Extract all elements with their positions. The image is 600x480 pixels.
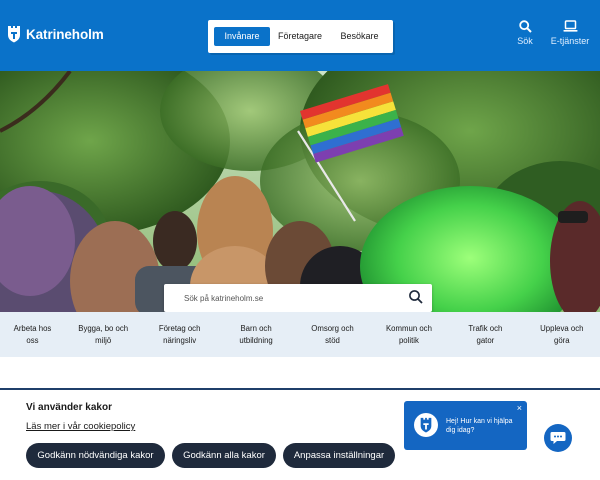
chat-popup[interactable]: Hej! Hur kan vi hjälpa dig idag? ×	[404, 401, 527, 450]
category-bygga-bo-miljo[interactable]: Bygga, bo och miljö	[65, 312, 141, 357]
eservices-label: E-tjänster	[550, 36, 590, 46]
tab-invanare[interactable]: Invånare	[214, 27, 270, 46]
hero-photo	[0, 71, 600, 312]
category-label-line1: Trafik och	[468, 324, 503, 333]
category-label-line2: utbildning	[239, 335, 273, 345]
category-omsorg-stod[interactable]: Omsorg och stöd	[294, 312, 370, 357]
category-label-line1: Omsorg och	[311, 324, 354, 333]
cookie-settings-button[interactable]: Anpassa inställningar	[283, 443, 395, 468]
header-search-button[interactable]: Sök	[511, 20, 539, 46]
chat-open-button[interactable]	[544, 424, 572, 452]
site-logo[interactable]: Katrineholm	[7, 25, 104, 43]
category-kommun-politik[interactable]: Kommun och politik	[371, 312, 447, 357]
cookie-policy-link[interactable]: Läs mer i vår cookiepolicy	[26, 421, 135, 432]
category-label-line1: Uppleva och	[540, 324, 584, 333]
category-arbeta-hos-oss[interactable]: Arbeta hos oss	[0, 312, 65, 357]
category-label-line2: oss	[26, 335, 39, 345]
hero-banner	[0, 71, 600, 312]
category-label-line1: Arbeta hos	[13, 324, 52, 333]
category-navigation: Arbeta hos oss Bygga, bo och miljö Företag…	[0, 312, 600, 357]
chat-avatar	[414, 413, 438, 437]
chat-close-icon[interactable]: ×	[517, 404, 522, 413]
accept-necessary-cookies-button[interactable]: Godkänn nödvändiga kakor	[26, 443, 165, 468]
category-foretag-naringsliv[interactable]: Företag och näringsliv	[141, 312, 217, 357]
category-trafik-gator[interactable]: Trafik och gator	[447, 312, 523, 357]
category-label-line2: politik	[398, 335, 419, 345]
category-barn-utbildning[interactable]: Barn och utbildning	[218, 312, 294, 357]
accept-all-cookies-button[interactable]: Godkänn alla kakor	[172, 443, 276, 468]
logo-text: Katrineholm	[26, 26, 104, 42]
chat-message: Hej! Hur kan vi hjälpa dig idag?	[446, 418, 513, 434]
category-label-line1: Kommun och	[385, 324, 432, 333]
city-crest-icon	[420, 417, 432, 433]
category-label-line2: stöd	[325, 335, 340, 345]
category-label-line2: näringsliv	[163, 335, 197, 345]
category-label-line1: Bygga, bo och	[78, 324, 129, 333]
search-icon	[518, 20, 532, 33]
category-label-line2: miljö	[95, 335, 112, 345]
tab-besokare[interactable]: Besökare	[332, 27, 387, 46]
site-header: Katrineholm Invånare Företagare Besökare…	[0, 0, 600, 71]
cookie-title: Vi använder kakor	[26, 402, 112, 413]
laptop-icon	[563, 20, 577, 32]
search-label: Sök	[517, 36, 533, 46]
chat-bubble-icon	[550, 432, 566, 444]
cookie-banner-divider	[0, 388, 600, 390]
tab-foretagare[interactable]: Företagare	[272, 27, 328, 46]
eservices-button[interactable]: E-tjänster	[547, 20, 593, 46]
category-label-line1: Barn och	[240, 324, 272, 333]
category-label-line2: göra	[554, 335, 570, 345]
category-label-line2: gator	[476, 335, 495, 345]
city-crest-icon	[8, 26, 20, 43]
hero-search-bar	[164, 284, 432, 312]
category-label-line1: Företag och	[158, 324, 201, 333]
category-uppleva-gora[interactable]: Uppleva och göra	[524, 312, 600, 357]
search-submit-icon[interactable]	[408, 289, 424, 305]
search-input[interactable]	[184, 289, 394, 307]
audience-switcher: Invånare Företagare Besökare	[208, 20, 393, 53]
